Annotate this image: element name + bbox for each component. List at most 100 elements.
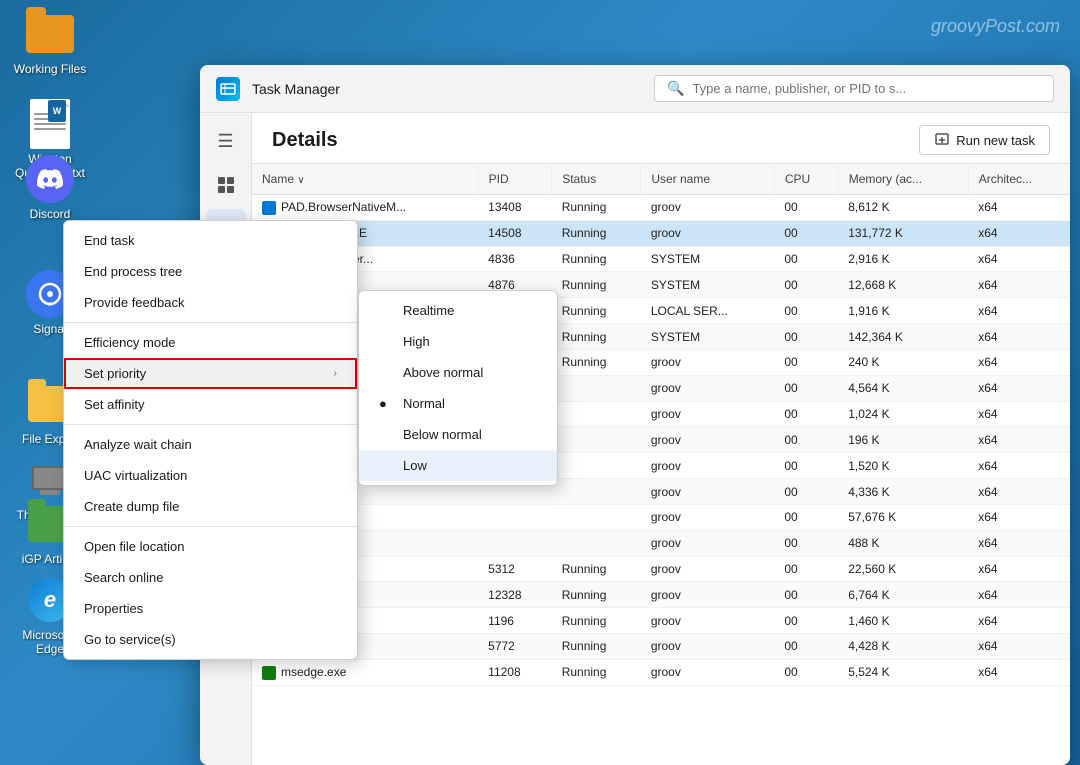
col-arch[interactable]: Architec... (968, 164, 1070, 195)
cell-user: groov (641, 375, 775, 401)
cell-status (552, 453, 641, 479)
context-menu-separator (64, 424, 357, 425)
table-row[interactable]: .exe 1196 Running groov 00 1,460 K x64 (252, 608, 1070, 634)
table-row[interactable]: ... groov 00 488 K x64 (252, 530, 1070, 556)
context-menu-item-set-priority[interactable]: Set priority› (64, 358, 357, 389)
context-menu-item-create-dump-file[interactable]: Create dump file (64, 491, 357, 522)
run-new-task-button[interactable]: Run new task (919, 125, 1050, 155)
cell-pid: 14508 (478, 220, 552, 246)
col-cpu[interactable]: CPU (774, 164, 838, 195)
cell-arch: x64 (968, 375, 1070, 401)
table-row[interactable]: ... groov 00 57,676 K x64 (252, 504, 1070, 530)
cell-pid (478, 504, 552, 530)
cell-memory: 4,336 K (838, 479, 968, 505)
cell-user: groov (641, 659, 775, 685)
context-menu-item-label: UAC virtualization (84, 468, 187, 483)
cell-memory: 488 K (838, 530, 968, 556)
cell-cpu: 00 (774, 246, 838, 272)
cell-user: groov (641, 608, 775, 634)
context-menu-item-set-affinity[interactable]: Set affinity (64, 389, 357, 420)
cell-user: groov (641, 634, 775, 660)
table-row[interactable]: OUTLOOK.EXE 14508 Running groov 00 131,7… (252, 220, 1070, 246)
table-row[interactable]: msedge.exe 11208 Running groov 00 5,524 … (252, 659, 1070, 685)
cell-status: Running (552, 349, 641, 375)
sidebar-menu-btn[interactable]: ☰ (206, 121, 246, 161)
cell-memory: 8,612 K (838, 195, 968, 221)
cell-pid: 4836 (478, 246, 552, 272)
context-menu-item-end-process-tree[interactable]: End process tree (64, 256, 357, 287)
priority-submenu-item-below-normal[interactable]: Below normal (359, 419, 557, 450)
sidebar-processes-btn[interactable] (206, 165, 246, 205)
cell-arch: x64 (968, 530, 1070, 556)
table-row[interactable]: PAD.BrowserNativeM... 13408 Running groo… (252, 195, 1070, 221)
table-row[interactable]: p.IGCC.WinSer... 4836 Running SYSTEM 00 … (252, 246, 1070, 272)
cell-user: groov (641, 556, 775, 582)
cell-memory: 1,520 K (838, 453, 968, 479)
search-input[interactable] (692, 81, 1041, 96)
desktop-icon-label: Working Files (14, 62, 86, 76)
cell-name: PAD.BrowserNativeM... (252, 195, 478, 221)
cell-cpu: 00 (774, 659, 838, 685)
task-manager-search-box[interactable]: 🔍 (654, 75, 1054, 102)
context-menu-item-uac-virtualization[interactable]: UAC virtualization (64, 460, 357, 491)
desktop-icon-discord[interactable]: Discord (10, 155, 90, 221)
cell-cpu: 00 (774, 608, 838, 634)
context-menu-item-label: Search online (84, 570, 164, 585)
table-row[interactable]: .exe 5772 Running groov 00 4,428 K x64 (252, 634, 1070, 660)
context-menu-item-label: Open file location (84, 539, 184, 554)
col-status[interactable]: Status (552, 164, 641, 195)
cell-pid: 12328 (478, 582, 552, 608)
cell-status: Running (552, 556, 641, 582)
desktop-icon-working-files[interactable]: Working Files (10, 10, 90, 76)
priority-item-label: Below normal (403, 427, 482, 442)
cell-arch: x64 (968, 556, 1070, 582)
cell-cpu: 00 (774, 504, 838, 530)
cell-status: Running (552, 272, 641, 298)
context-menu-item-end-task[interactable]: End task (64, 225, 357, 256)
cell-arch: x64 (968, 453, 1070, 479)
desktop-icons-middle: Discord (10, 155, 90, 221)
desktop-icon-label: Discord (30, 207, 71, 221)
context-menu-item-go-to-services[interactable]: Go to service(s) (64, 624, 357, 655)
cell-pid: 5772 (478, 634, 552, 660)
context-menu-item-analyze-wait-chain[interactable]: Analyze wait chain (64, 429, 357, 460)
col-username[interactable]: User name (641, 164, 775, 195)
cell-memory: 131,772 K (838, 220, 968, 246)
context-menu-item-efficiency-mode[interactable]: Efficiency mode (64, 327, 357, 358)
context-menu-item-label: Efficiency mode (84, 335, 176, 350)
col-memory[interactable]: Memory (ac... (838, 164, 968, 195)
priority-submenu-item-realtime[interactable]: Realtime (359, 295, 557, 326)
cell-memory: 1,916 K (838, 298, 968, 324)
cell-cpu: 00 (774, 634, 838, 660)
col-name[interactable]: Name ∨ (252, 164, 478, 195)
checked-bullet: ● (379, 396, 395, 411)
cell-user: SYSTEM (641, 246, 775, 272)
cell-status: Running (552, 195, 641, 221)
cell-memory: 196 K (838, 427, 968, 453)
cell-user: SYSTEM (641, 324, 775, 350)
priority-submenu-item-low[interactable]: Low (359, 450, 557, 481)
cell-user: groov (641, 195, 775, 221)
cell-memory: 12,668 K (838, 272, 968, 298)
cell-arch: x64 (968, 479, 1070, 505)
context-menu-item-provide-feedback[interactable]: Provide feedback (64, 287, 357, 318)
cell-pid: 13408 (478, 195, 552, 221)
cell-status: Running (552, 582, 641, 608)
context-menu-item-properties[interactable]: Properties (64, 593, 357, 624)
cell-memory: 1,024 K (838, 401, 968, 427)
col-pid[interactable]: PID (478, 164, 552, 195)
cell-status: Running (552, 659, 641, 685)
priority-item-label: Realtime (403, 303, 454, 318)
context-menu-item-open-file-location[interactable]: Open file location (64, 531, 357, 562)
cell-arch: x64 (968, 427, 1070, 453)
cell-user: groov (641, 220, 775, 246)
priority-submenu-item-normal[interactable]: ●Normal (359, 388, 557, 419)
cell-pid: 1196 (478, 608, 552, 634)
priority-submenu-item-high[interactable]: High (359, 326, 557, 357)
task-manager-titlebar: Task Manager 🔍 (200, 65, 1070, 113)
priority-submenu-item-above-normal[interactable]: Above normal (359, 357, 557, 388)
table-row[interactable]: .exe 12328 Running groov 00 6,764 K x64 (252, 582, 1070, 608)
cell-memory: 1,460 K (838, 608, 968, 634)
table-row[interactable]: .exe 5312 Running groov 00 22,560 K x64 (252, 556, 1070, 582)
context-menu-item-search-online[interactable]: Search online (64, 562, 357, 593)
